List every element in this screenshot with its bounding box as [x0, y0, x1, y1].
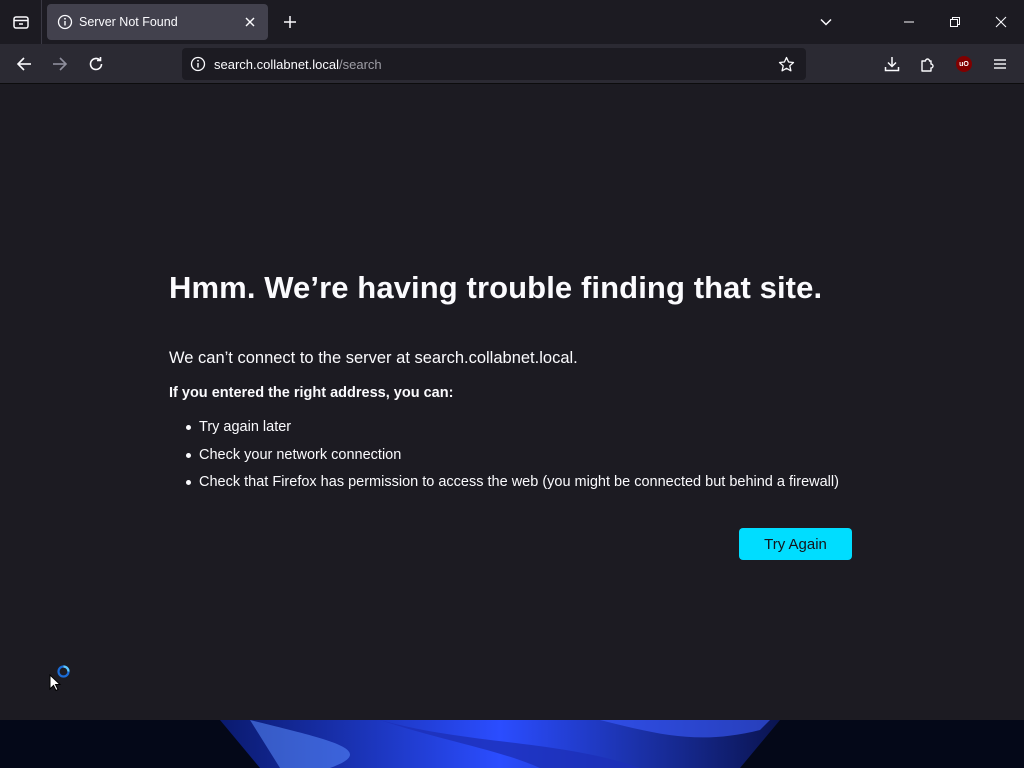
forward-arrow-icon — [53, 57, 68, 71]
address-bar[interactable]: search.collabnet.local/search — [182, 48, 806, 80]
back-arrow-icon — [16, 57, 31, 71]
close-icon — [245, 17, 255, 27]
restore-button[interactable] — [932, 0, 978, 44]
tab-overview-button[interactable] — [0, 0, 42, 44]
list-item: Check your network connection — [169, 445, 859, 465]
plus-icon — [284, 16, 296, 28]
extensions-button[interactable] — [912, 48, 944, 80]
url-text[interactable]: search.collabnet.local/search — [214, 57, 382, 72]
minimize-icon — [904, 21, 914, 23]
info-icon — [190, 56, 206, 72]
tab-close-button[interactable] — [238, 10, 262, 34]
tab-overview-icon — [12, 16, 29, 29]
hamburger-menu-icon — [994, 59, 1006, 69]
error-title: Hmm. We’re having trouble finding that s… — [169, 270, 823, 305]
browser-window: Server Not Found search.collabnet.local/… — [0, 0, 1024, 720]
forward-button[interactable] — [44, 48, 76, 80]
error-description: We can’t connect to the server at search… — [169, 349, 578, 367]
page-content: Hmm. We’re having trouble finding that s… — [0, 85, 1024, 720]
tab-title: Server Not Found — [79, 15, 178, 29]
tab-strip: Server Not Found — [0, 0, 1024, 44]
chevron-down-icon — [820, 18, 832, 26]
puzzle-icon — [921, 58, 934, 72]
list-item: Try again later — [169, 417, 859, 437]
close-window-button[interactable] — [978, 0, 1024, 44]
star-icon — [778, 56, 794, 71]
list-all-tabs-button[interactable] — [812, 8, 840, 36]
tab-server-not-found[interactable]: Server Not Found — [47, 4, 268, 40]
downloads-button[interactable] — [876, 48, 908, 80]
url-host: search.collabnet.local — [214, 56, 340, 72]
desktop-wallpaper — [0, 720, 1024, 768]
ublock-icon: uO — [956, 56, 972, 72]
wallpaper-image — [0, 720, 1024, 768]
reload-icon — [89, 57, 103, 71]
download-icon — [884, 57, 900, 72]
site-info-button[interactable] — [182, 48, 214, 80]
suggestion-list: Try again later Check your network conne… — [169, 417, 859, 492]
info-icon — [57, 14, 73, 30]
busy-cursor-icon — [49, 665, 70, 691]
restore-icon — [950, 17, 960, 27]
new-tab-button[interactable] — [276, 8, 304, 36]
minimize-button[interactable] — [886, 0, 932, 44]
try-again-button[interactable]: Try Again — [739, 528, 852, 560]
navigation-toolbar: search.collabnet.local/search uO — [0, 44, 1024, 84]
error-container: Hmm. We’re having trouble finding that s… — [169, 268, 859, 500]
ublock-button[interactable]: uO — [948, 48, 980, 80]
error-subheading: If you entered the right address, you ca… — [169, 385, 454, 401]
list-item: Check that Firefox has permission to acc… — [169, 472, 859, 492]
close-icon — [995, 16, 1007, 28]
application-menu-button[interactable] — [984, 48, 1016, 80]
url-path: /search — [339, 56, 382, 72]
back-button[interactable] — [8, 48, 40, 80]
bookmark-button[interactable] — [770, 48, 802, 80]
reload-button[interactable] — [80, 48, 112, 80]
